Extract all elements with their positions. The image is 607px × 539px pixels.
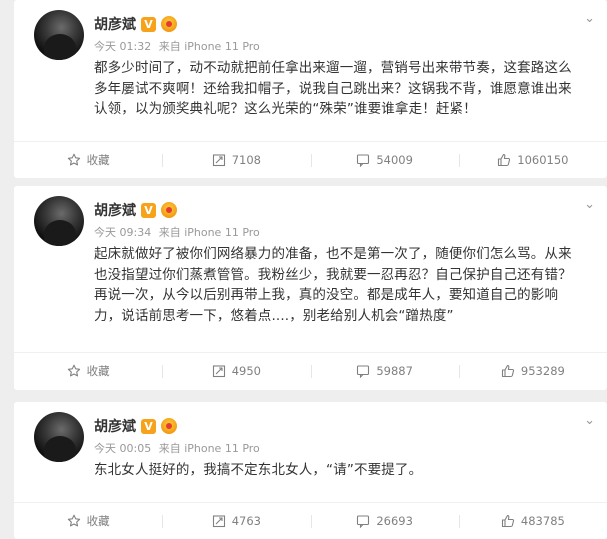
- post-text: 都多少时间了，动不动就把前任拿出来遛一遛，营销号出来带节奏，这套路这么 多年屡试…: [94, 60, 572, 117]
- post-card: 胡彦斌 V 今天 09:34 来自 iPhone 11 Pro ⌄ 起床就做好了…: [14, 186, 607, 390]
- avatar[interactable]: [34, 10, 84, 60]
- post-meta: 今天 00:05 来自 iPhone 11 Pro: [94, 440, 264, 456]
- chevron-down-icon[interactable]: ⌄: [584, 12, 595, 25]
- author-row: 胡彦斌 V: [94, 14, 177, 34]
- like-count: 953289: [520, 364, 565, 378]
- post-card: 胡彦斌 V 今天 01:32 来自 iPhone 11 Pro ⌄ 都多少时间了…: [14, 0, 607, 178]
- comment-icon: [356, 153, 370, 167]
- chevron-down-icon[interactable]: ⌄: [584, 198, 595, 211]
- rank-badge-icon: [161, 202, 177, 218]
- star-icon: [67, 153, 81, 167]
- action-bar: 收藏 4763 26693 483785: [14, 503, 607, 539]
- weibo-feed: 胡彦斌 V 今天 01:32 来自 iPhone 11 Pro ⌄ 都多少时间了…: [0, 0, 607, 539]
- verified-badge-icon: V: [141, 202, 156, 218]
- repost-count: 4763: [231, 514, 262, 528]
- like-button[interactable]: 1060150: [458, 142, 607, 178]
- comment-count: 26693: [376, 514, 413, 528]
- like-button[interactable]: 483785: [458, 503, 607, 539]
- repost-button[interactable]: 7108: [162, 142, 310, 178]
- repost-count: 7108: [231, 153, 262, 167]
- post-time[interactable]: 今天 00:05: [94, 442, 151, 455]
- post-time[interactable]: 今天 09:34: [94, 226, 151, 239]
- post-card: 胡彦斌 V 今天 00:05 来自 iPhone 11 Pro ⌄ 东北女人挺好…: [14, 402, 607, 539]
- avatar[interactable]: [34, 412, 84, 462]
- post-source: 来自 iPhone 11 Pro: [158, 226, 260, 239]
- favorite-label: 收藏: [86, 153, 110, 167]
- star-icon: [67, 364, 81, 378]
- thumbs-up-icon: [501, 364, 515, 378]
- post-text: 起床就做好了被你们网络暴力的准备，也不是第一次了，随便你们怎么骂。从来 也没指望…: [94, 246, 572, 324]
- favorite-button[interactable]: 收藏: [14, 353, 162, 389]
- username[interactable]: 胡彦斌: [94, 14, 136, 34]
- chevron-down-icon[interactable]: ⌄: [584, 414, 595, 427]
- comment-button[interactable]: 59887: [310, 353, 459, 389]
- repost-icon: [212, 153, 226, 167]
- avatar[interactable]: [34, 196, 84, 246]
- comment-icon: [356, 364, 370, 378]
- star-icon: [67, 514, 81, 528]
- repost-icon: [212, 364, 226, 378]
- repost-button[interactable]: 4950: [162, 353, 310, 389]
- favorite-label: 收藏: [86, 514, 110, 528]
- like-count: 1060150: [517, 153, 569, 167]
- favorite-button[interactable]: 收藏: [14, 142, 162, 178]
- action-bar: 收藏 7108 54009 1060150: [14, 142, 607, 178]
- comment-button[interactable]: 54009: [310, 142, 459, 178]
- post-meta: 今天 09:34 来自 iPhone 11 Pro: [94, 224, 264, 240]
- comment-count: 59887: [376, 364, 413, 378]
- verified-badge-icon: V: [141, 418, 156, 434]
- verified-badge-icon: V: [141, 16, 156, 32]
- comment-icon: [356, 514, 370, 528]
- post-time[interactable]: 今天 01:32: [94, 40, 151, 53]
- comment-count: 54009: [376, 153, 413, 167]
- post-text: 东北女人挺好的，我搞不定东北女人，“请”不要提了。: [94, 462, 423, 478]
- post-source: 来自 iPhone 11 Pro: [158, 442, 260, 455]
- favorite-label: 收藏: [86, 364, 110, 378]
- rank-badge-icon: [161, 418, 177, 434]
- repost-button[interactable]: 4763: [162, 503, 310, 539]
- repost-icon: [212, 514, 226, 528]
- username[interactable]: 胡彦斌: [94, 200, 136, 220]
- action-bar: 收藏 4950 59887 953289: [14, 353, 607, 389]
- favorite-button[interactable]: 收藏: [14, 503, 162, 539]
- rank-badge-icon: [161, 16, 177, 32]
- thumbs-up-icon: [497, 153, 511, 167]
- thumbs-up-icon: [501, 514, 515, 528]
- post-meta: 今天 01:32 来自 iPhone 11 Pro: [94, 38, 264, 54]
- author-row: 胡彦斌 V: [94, 200, 177, 220]
- repost-count: 4950: [231, 364, 262, 378]
- author-row: 胡彦斌 V: [94, 416, 177, 436]
- username[interactable]: 胡彦斌: [94, 416, 136, 436]
- comment-button[interactable]: 26693: [310, 503, 459, 539]
- post-source: 来自 iPhone 11 Pro: [158, 40, 260, 53]
- like-button[interactable]: 953289: [458, 353, 607, 389]
- like-count: 483785: [520, 514, 565, 528]
